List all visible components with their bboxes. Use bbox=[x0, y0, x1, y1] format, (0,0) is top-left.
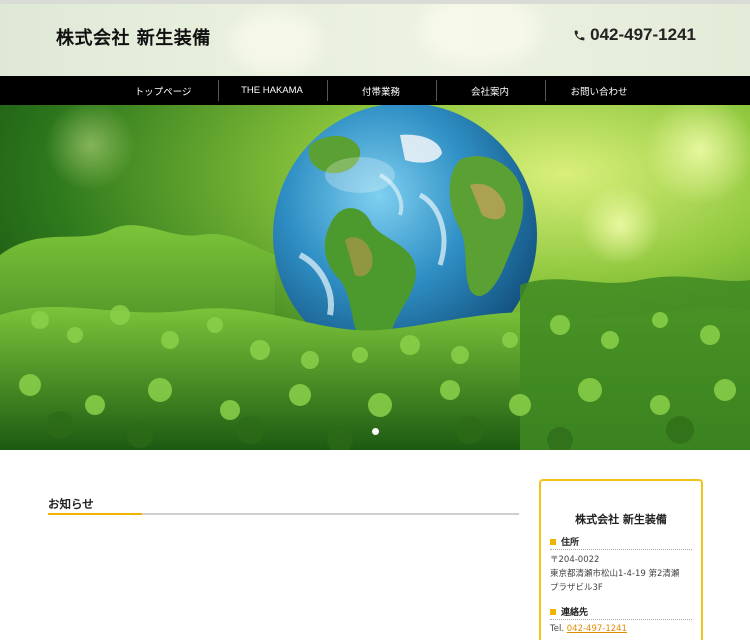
postal-code: 〒204-0022 bbox=[550, 555, 600, 565]
news-divider bbox=[48, 513, 519, 515]
header-phone-number: 042-497-1241 bbox=[590, 25, 696, 44]
company-info-box: 株式会社 新生装備 住所 〒204-0022 東京都清瀬市松山1-4-19 第2… bbox=[539, 479, 703, 640]
contact-label: 連絡先 bbox=[550, 605, 588, 618]
nav-item-the-hakama[interactable]: THE HAKAMA bbox=[217, 76, 327, 105]
nav-item-services[interactable]: 付帯業務 bbox=[326, 76, 436, 105]
site-logo[interactable]: 株式会社 新生装備 bbox=[56, 24, 211, 50]
nav-item-company[interactable]: 会社案内 bbox=[435, 76, 545, 105]
dotted-divider bbox=[550, 549, 692, 550]
tel-line: Tel. 042-497-1241 bbox=[550, 622, 698, 636]
global-nav: トップページ THE HAKAMA 付帯業務 会社案内 お問い合わせ bbox=[0, 76, 750, 105]
square-bullet-icon bbox=[550, 538, 556, 545]
nav-item-top[interactable]: トップページ bbox=[109, 76, 218, 105]
header-bokeh bbox=[230, 12, 320, 72]
phone-icon bbox=[574, 30, 585, 40]
dotted-divider bbox=[550, 619, 692, 620]
sidebar-company-name: 株式会社 新生装備 bbox=[575, 513, 667, 526]
address-line-1: 東京都清瀬市松山1-4-19 第2清瀬 bbox=[550, 569, 680, 579]
address-label: 住所 bbox=[550, 535, 579, 548]
globe-on-moss-image bbox=[0, 105, 750, 450]
address-label-text: 住所 bbox=[561, 538, 580, 548]
slider-dot-1[interactable] bbox=[372, 428, 379, 435]
tel-link[interactable]: 042-497-1241 bbox=[567, 624, 627, 634]
hero-slider bbox=[0, 105, 750, 450]
header-phone[interactable]: 042-497-1241 bbox=[573, 25, 696, 45]
contact-label-text: 連絡先 bbox=[561, 608, 589, 618]
header-bokeh bbox=[420, 4, 540, 64]
square-bullet-icon bbox=[550, 608, 556, 615]
news-heading: お知らせ bbox=[48, 497, 94, 511]
news-divider-accent bbox=[48, 513, 142, 515]
nav-item-contact[interactable]: お問い合わせ bbox=[544, 76, 654, 105]
tel-prefix: Tel. bbox=[550, 624, 565, 634]
address-line-2: プラザビル3F bbox=[550, 583, 603, 593]
site-header: 株式会社 新生装備 042-497-1241 bbox=[0, 0, 750, 76]
